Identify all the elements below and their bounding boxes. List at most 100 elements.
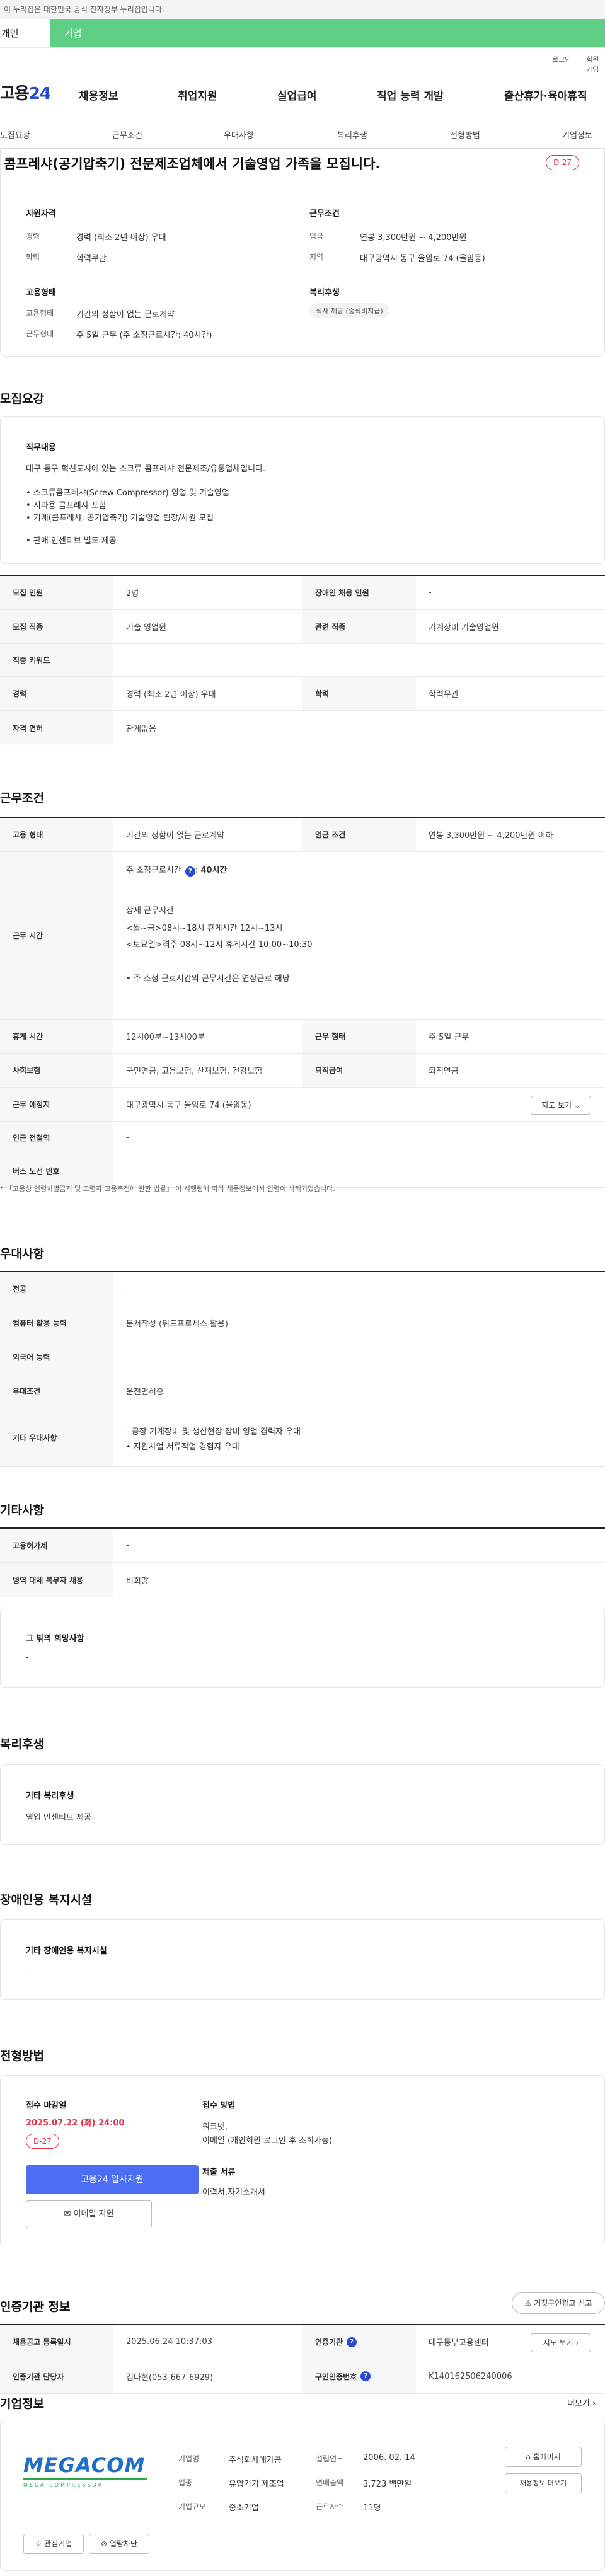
- qual-edu-value: 학력무관: [76, 254, 107, 263]
- chevron-down-icon: ⌄: [573, 1101, 580, 1110]
- table-row: 채용공고 등록일시 2025.06.24 10:37:03 인증기관? 대구동부…: [0, 2325, 605, 2359]
- section-etc-title: 기타사항: [0, 1504, 44, 1517]
- company-size-value: 중소기업: [229, 2504, 259, 2513]
- table-header: 버스 노선 번호: [0, 1154, 113, 1187]
- table-cell: 연봉 3,300만원 ~ 4,200만원 이하: [429, 831, 553, 841]
- table-header: 전공: [0, 1272, 113, 1306]
- method-line: 워크넷,: [202, 2122, 228, 2132]
- block-company-button[interactable]: ⊘ 열람차단: [89, 2534, 149, 2554]
- table-header: 기타 우대사항: [0, 1408, 113, 1466]
- table-header: 모집 직종: [0, 610, 113, 643]
- site-logo[interactable]: 고용24: [0, 81, 51, 104]
- table-row: 모집 직종 기술 영업원 관련 직종 기계장비 기술영업원: [0, 610, 605, 644]
- table-header: 사회보험: [0, 1054, 113, 1087]
- table-cell: -: [126, 655, 129, 665]
- gnb-job-info[interactable]: 채용정보: [79, 87, 118, 103]
- section-company-title: 기업정보: [0, 2397, 44, 2411]
- star-icon: ☆: [35, 2539, 42, 2548]
- table-row: 사회보험 국민연금, 고용보험, 산재보험, 건강보험 퇴직급여 퇴직연금: [0, 1054, 605, 1088]
- etc-table: 고용허가제 - 병역 대체 복무자 채용 비희망: [0, 1527, 605, 1597]
- report-ad-button[interactable]: ⚠ 거짓구인광고 신고: [512, 2292, 605, 2314]
- qual-career-label: 경력: [26, 232, 40, 241]
- duty-line: • 스크류콤프레샤(Screw Compressor) 영업 및 기술영업: [26, 488, 229, 498]
- industry-value: 유압기기 제조업: [229, 2480, 284, 2489]
- homepage-button[interactable]: ⌂ 홈페이지: [505, 2447, 582, 2467]
- company-box: MEGACOM MEGA COMPRESSOR ☆ 관심기업 ⊘ 열람차단 기업…: [0, 2420, 605, 2571]
- form-hours-label: 근무형태: [26, 330, 54, 338]
- table-header: 직종 키워드: [0, 644, 113, 676]
- work-heading: 근무조건: [309, 209, 340, 219]
- table-cell: 경력 (최소 2년 이상) 우대: [126, 690, 216, 699]
- chevron-right-icon: ›: [575, 2338, 579, 2347]
- mail-icon: ✉: [64, 2209, 71, 2219]
- form-type-label: 고용형태: [26, 309, 54, 318]
- table-row: 외국어 능력 -: [0, 1340, 605, 1374]
- tab-personal[interactable]: 개인: [0, 19, 50, 47]
- tab-company[interactable]: 기업: [50, 19, 605, 47]
- login-link[interactable]: 로그인: [552, 54, 571, 64]
- table-cell: 운전면허증: [126, 1388, 164, 1397]
- table-cell: -: [126, 1133, 129, 1142]
- welfare-sub-heading: 기타 복리후생: [26, 1791, 74, 1801]
- table-header: 근무 예정지: [0, 1088, 113, 1121]
- table-cell: 기술 영업원: [126, 623, 166, 633]
- company-more-link[interactable]: 더보기 ›: [567, 2396, 596, 2408]
- company-jobs-button[interactable]: 채용정보 더보기: [505, 2473, 582, 2493]
- table-row: 휴게 시간 12시00분~13시00분 근무 형태 주 5일 근무: [0, 1020, 605, 1054]
- table-row: 자격 면허 관계없음: [0, 711, 605, 745]
- anchor-work[interactable]: 근무조건: [112, 129, 142, 141]
- table-row: 고용허가제 -: [0, 1529, 605, 1563]
- section-pref-title: 우대사항: [0, 1247, 44, 1261]
- anchor-welfare[interactable]: 복리후생: [337, 129, 367, 141]
- docs-value: 이력서,자기소개서: [202, 2188, 265, 2197]
- welfare-box: 기타 복리후생 영업 인센티브 제공: [0, 1764, 605, 1845]
- map-view-button[interactable]: 지도 보기 ⌄: [531, 1096, 591, 1115]
- table-header: 퇴직급여: [302, 1054, 416, 1087]
- industry-label: 업종: [178, 2478, 193, 2487]
- agency-map-button[interactable]: 지도 보기 ›: [531, 2333, 591, 2352]
- anchor-recruit[interactable]: 모집요강: [0, 129, 30, 141]
- gnb-employment-support[interactable]: 취업지원: [178, 87, 217, 103]
- section-recruit-title: 모집요강: [0, 392, 44, 406]
- table-header: 구인인증번호?: [302, 2359, 416, 2393]
- hours-line: <월~금>08시~18시 휴게시간 12시~13시: [126, 924, 283, 933]
- table-header: 병역 대체 복무자 채용: [0, 1563, 113, 1597]
- favorite-company-button[interactable]: ☆ 관심기업: [23, 2534, 84, 2554]
- anchor-nav: 모집요강 근무조건 우대사항 복리후생 전형방법 기업정보: [0, 118, 605, 149]
- table-row: 인증기관 담당자 김나현(053-667-6929) 구인인증번호? K1401…: [0, 2359, 605, 2393]
- anchor-apply[interactable]: 전형방법: [450, 129, 480, 141]
- gnb-parental-leave[interactable]: 출산휴가·육아휴직: [504, 87, 587, 103]
- table-header: 고용 형태: [0, 818, 113, 851]
- hours-detail-heading: 상세 근무시간: [126, 906, 174, 916]
- gnb-unemployment-benefit[interactable]: 실업급여: [277, 87, 317, 103]
- table-row: 우대조건 운전면허증: [0, 1374, 605, 1408]
- table-cell: -: [429, 588, 432, 597]
- email-apply-button[interactable]: ✉ 이메일 지원: [26, 2200, 152, 2228]
- duty-line: • 판매 인센티브 별도 제공: [26, 536, 117, 546]
- info-icon[interactable]: ?: [347, 2337, 357, 2347]
- anchor-company[interactable]: 기업정보: [562, 129, 592, 141]
- duty-box: 직무내용 대구 동구 혁신도시에 있는 스크류 콤프레샤 전문제조/유통업체입니…: [0, 416, 605, 564]
- table-cell: 12시00분~13시00분: [126, 1033, 205, 1042]
- table-cell: 2명: [126, 589, 139, 599]
- anchor-pref[interactable]: 우대사항: [224, 129, 254, 141]
- age-notice: * 「고용상 연령차별금지 및 고령자 고용촉진에 관한 법률」 이 시행됨에 …: [0, 1185, 335, 1193]
- recruit-table: 모집 인원 2명 장애인 채용 인원 - 모집 직종 기술 영업원 관련 직종 …: [0, 575, 605, 745]
- gnb-vocational-training[interactable]: 직업 능력 개발: [377, 87, 444, 103]
- table-header: 외국어 능력: [0, 1340, 113, 1374]
- company-name-value: 주식회사메가콤: [229, 2456, 282, 2465]
- company-logo: MEGACOM MEGA COMPRESSOR: [23, 2453, 147, 2495]
- apply-online-button[interactable]: 고용24 입사지원: [26, 2165, 199, 2194]
- table-header: 우대조건: [0, 1374, 113, 1408]
- megaphone-icon: ⚠: [524, 2299, 532, 2308]
- table-header: 근무 형태: [302, 1020, 416, 1053]
- summary-card: 콤프레샤(공기압축기) 전문제조업체에서 기술영업 가족을 모집니다. D-27…: [0, 149, 605, 357]
- hope-heading: 그 밖의 희망사항: [26, 1634, 84, 1643]
- table-cell: 기계장비 기술영업원: [429, 623, 499, 633]
- hours-line: <토요일>격주 08시~12시 휴게시간 10:00~10:30: [126, 940, 313, 950]
- info-icon[interactable]: ?: [185, 866, 195, 877]
- welfare-chip: 식사 제공 (중식비지급): [309, 303, 389, 318]
- info-icon[interactable]: ?: [360, 2371, 371, 2381]
- deadline-value: 2025.07.22 (화) 24:00: [26, 2119, 125, 2128]
- table-cell: 주 5일 근무: [429, 1033, 470, 1042]
